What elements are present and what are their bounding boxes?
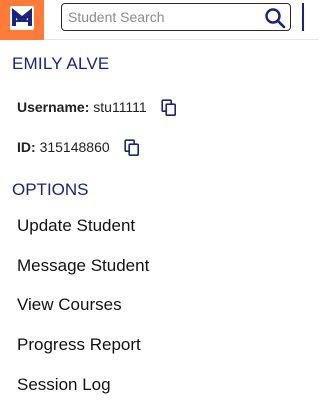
menu-item-view-courses[interactable]: View Courses [17,295,149,335]
id-label: ID: [17,139,36,155]
username-value: stu11111 [93,99,147,115]
id-row: ID: 315148860 [17,139,140,157]
search-input[interactable] [68,7,258,27]
id-value: 315148860 [39,139,110,155]
search-icon[interactable] [264,7,286,29]
username-row: Username: stu11111 [17,99,177,117]
copy-icon[interactable] [123,139,140,157]
copy-icon[interactable] [161,99,177,117]
logo-button[interactable] [0,0,44,40]
menu-item-progress-report[interactable]: Progress Report [17,335,149,375]
options-title: OPTIONS [12,180,89,199]
search-box [61,3,291,31]
graduation-cap-logo-icon [10,6,34,30]
username-label: Username: [17,99,90,115]
menu-item-update-student[interactable]: Update Student [17,216,149,256]
student-panel: EMILY ALVE Username: stu11111 ID: 315148… [0,0,319,413]
header-divider [302,3,304,31]
menu-item-message-student[interactable]: Message Student [17,256,149,296]
header-bar [0,0,319,40]
student-name: EMILY ALVE [12,54,110,73]
options-menu: Update Student Message Student View Cour… [17,216,149,413]
menu-item-session-log[interactable]: Session Log [17,375,149,413]
